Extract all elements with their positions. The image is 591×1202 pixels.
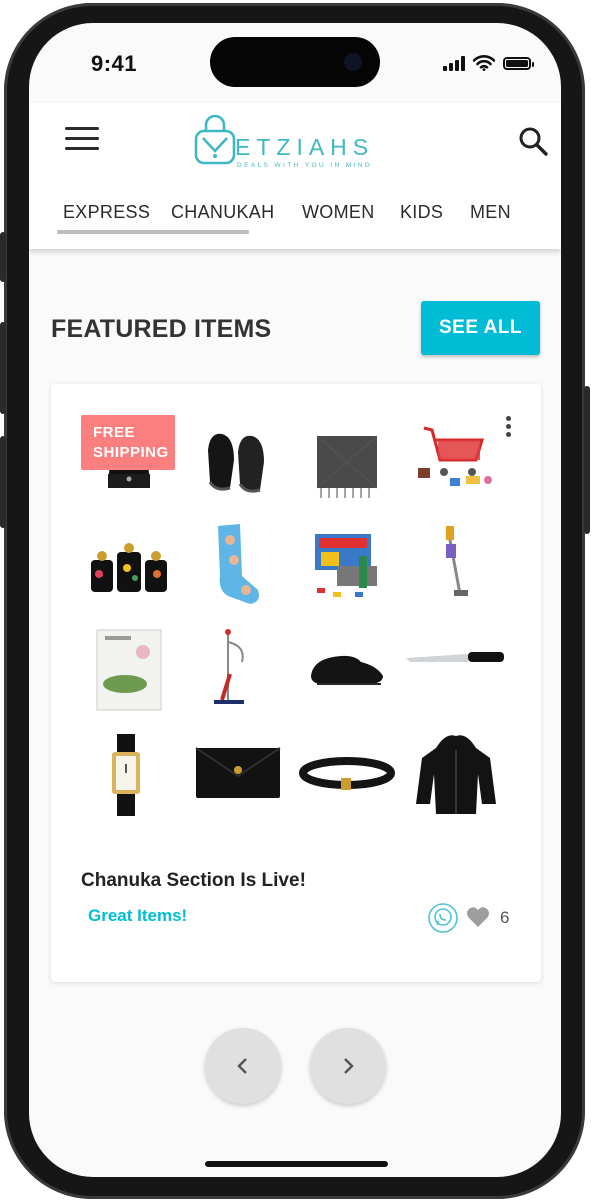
- wifi-icon: [473, 55, 495, 71]
- zip-hoodie-image: [416, 735, 496, 814]
- metziahs-logo[interactable]: ETZIAHS DEALS WITH YOU IN MIND: [193, 113, 397, 173]
- see-all-button[interactable]: SEE ALL: [421, 301, 540, 355]
- chevron-left-icon: [237, 1058, 247, 1074]
- more-options-icon[interactable]: [503, 416, 513, 440]
- tab-women[interactable]: WOMEN: [302, 202, 375, 223]
- logo-tagline: DEALS WITH YOU IN MIND: [237, 162, 373, 169]
- tab-scroll-indicator: [57, 230, 249, 234]
- camera-icon: [344, 53, 362, 71]
- wrist-watch-image: [112, 734, 140, 816]
- photo-socks-image: [218, 524, 259, 604]
- slippers-image: [208, 433, 264, 493]
- volume-up-button: [0, 322, 6, 414]
- chevron-right-icon: [344, 1058, 354, 1074]
- toy-shopping-cart-image: [418, 426, 492, 486]
- batting-tee-image: [214, 629, 244, 704]
- category-tabs: EXPRESS CHANUKAH WOMEN KIDS MEN: [29, 196, 561, 236]
- featured-card[interactable]: FREE SHIPPING Chanuka Section Is Live! G…: [51, 384, 541, 982]
- action-button: [0, 232, 6, 282]
- tab-men[interactable]: MEN: [470, 202, 511, 223]
- toy-vacuum-image: [446, 526, 468, 596]
- like-count: 6: [500, 908, 510, 927]
- screen: 9:41 ETZIAHS DEALS WITH YOU IN MIND EXPR…: [29, 23, 561, 1177]
- status-icons: [443, 55, 534, 71]
- heart-icon[interactable]: [466, 906, 490, 928]
- card-subtitle[interactable]: Great Items!: [88, 906, 187, 926]
- cookbook-image: [96, 629, 162, 711]
- bread-knife-image: [406, 652, 504, 662]
- tab-chanukah[interactable]: CHANUKAH: [171, 202, 274, 223]
- search-icon[interactable]: [517, 125, 549, 157]
- whatsapp-share-icon[interactable]: [427, 902, 459, 934]
- power-button: [584, 386, 590, 534]
- tab-kids[interactable]: KIDS: [400, 202, 443, 223]
- toy-garage-playset-image: [315, 534, 377, 597]
- app-header: ETZIAHS DEALS WITH YOU IN MIND EXPRESS C…: [29, 103, 561, 249]
- hamburger-menu-icon[interactable]: [65, 127, 99, 151]
- card-title[interactable]: Chanuka Section Is Live!: [81, 870, 306, 892]
- shopping-bag-logo-icon: [194, 115, 236, 165]
- volume-down-button: [0, 436, 6, 528]
- battery-icon: [503, 56, 534, 70]
- scarf-image: [316, 435, 378, 498]
- home-indicator: [205, 1161, 388, 1167]
- free-shipping-badge: FREE SHIPPING: [81, 415, 175, 470]
- next-button[interactable]: [310, 1028, 386, 1104]
- tab-express[interactable]: EXPRESS: [63, 202, 150, 223]
- canister-set-image: [91, 543, 167, 592]
- status-time: 9:41: [91, 51, 138, 76]
- leather-belt-image: [299, 757, 395, 790]
- cellular-signal-icon: [443, 55, 465, 71]
- section-title: FEATURED ITEMS: [51, 315, 272, 343]
- slide-slippers-image: [311, 655, 383, 685]
- dynamic-island: [210, 37, 380, 87]
- previous-button[interactable]: [205, 1028, 281, 1104]
- logo-wordmark: ETZIAHS: [235, 134, 375, 160]
- clutch-bag-image: [195, 747, 281, 798]
- product-collage: [79, 410, 515, 830]
